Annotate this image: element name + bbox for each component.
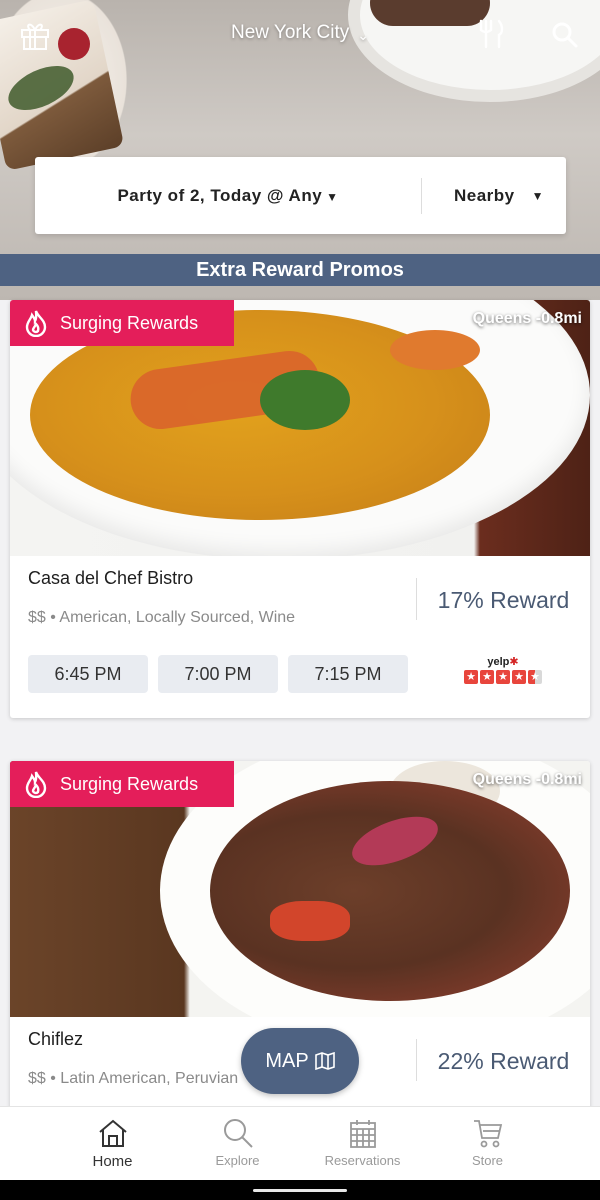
price-level: $$ (28, 1070, 46, 1087)
distance-label: Queens -0.8mi (472, 771, 582, 788)
star-icon: ★ (480, 670, 494, 684)
top-bar: New York City ⌄ (0, 0, 600, 70)
location-selector[interactable]: New York City ⌄ (0, 22, 600, 44)
tab-label: Store (471, 1153, 504, 1168)
cart-icon (473, 1120, 502, 1148)
surging-rewards-badge: Surging Rewards (10, 300, 234, 346)
surging-rewards-badge: Surging Rewards (10, 761, 234, 807)
tab-label: Reservations (324, 1153, 401, 1168)
yelp-rating: yelp✱ ★ ★ ★ ★ ★ (463, 655, 543, 684)
filter-bar: Party of 2, Today @ Any ▼ Nearby ▼ (35, 157, 566, 234)
restaurant-meta: $$ • American, Locally Sourced, Wine (28, 609, 296, 626)
tab-home[interactable]: Home (50, 1107, 175, 1180)
map-label: MAP (265, 1049, 309, 1072)
price-level: $$ (28, 609, 46, 626)
reward-label: 17% Reward (437, 587, 570, 613)
tab-label: Home (92, 1153, 133, 1170)
tab-label: Explore (215, 1153, 260, 1168)
caret-down-icon: ▼ (326, 189, 339, 204)
star-icon: ★ (512, 670, 526, 684)
badge-label: Surging Rewards (60, 312, 199, 333)
yelp-logo: yelp✱ (487, 656, 519, 668)
time-slot-button[interactable]: 6:45 PM (28, 655, 148, 693)
party-selector[interactable]: Party of 2, Today @ Any ▼ (35, 186, 421, 206)
star-icon: ★ (496, 670, 510, 684)
rating-stars: ★ ★ ★ ★ ★ (463, 670, 543, 684)
time-slots: 6:45 PM 7:00 PM 7:15 PM (28, 655, 408, 693)
tab-explore[interactable]: Explore (175, 1107, 300, 1180)
half-star-icon: ★ (528, 670, 542, 684)
map-button[interactable]: MAP (241, 1028, 359, 1094)
star-icon: ★ (464, 670, 478, 684)
map-icon (314, 1052, 335, 1070)
cuisine: Latin American, Peruvian (60, 1070, 239, 1087)
time-slot-button[interactable]: 7:15 PM (288, 655, 408, 693)
tab-reservations[interactable]: Reservations (300, 1107, 425, 1180)
flame-icon (25, 771, 47, 798)
distance-label: Queens -0.8mi (472, 310, 582, 327)
search-icon[interactable] (548, 18, 582, 52)
cuisine: American, Locally Sourced, Wine (59, 609, 296, 626)
distance-label: Nearby (454, 185, 515, 205)
home-icon (98, 1119, 127, 1147)
search-icon (223, 1119, 253, 1148)
chevron-down-icon: ⌄ (357, 27, 369, 43)
location-label: New York City (230, 22, 350, 43)
promo-banner: Extra Reward Promos (0, 254, 600, 286)
home-indicator[interactable] (253, 1189, 347, 1192)
badge-label: Surging Rewards (60, 773, 199, 794)
time-slot-button[interactable]: 7:00 PM (158, 655, 278, 693)
distance-selector[interactable]: Nearby ▼ (422, 186, 566, 206)
utensils-icon[interactable] (474, 16, 508, 52)
reward-label: 22% Reward (437, 1048, 570, 1074)
party-label: Party of 2, Today @ Any (117, 185, 323, 205)
restaurant-meta: $$ • Latin American, Peruvian (28, 1070, 239, 1087)
system-nav-bar (0, 1180, 600, 1200)
caret-down-icon: ▼ (531, 188, 544, 203)
calendar-icon (349, 1120, 376, 1148)
restaurant-name: Casa del Chef Bistro (28, 568, 194, 588)
restaurant-card[interactable]: Surging Rewards Queens -0.8mi Casa del C… (10, 300, 590, 718)
restaurant-name: Chiflez (28, 1029, 84, 1049)
tab-store[interactable]: Store (425, 1107, 550, 1180)
bottom-tab-bar: Home Explore Reservations Store (0, 1106, 600, 1180)
flame-icon (25, 310, 47, 337)
